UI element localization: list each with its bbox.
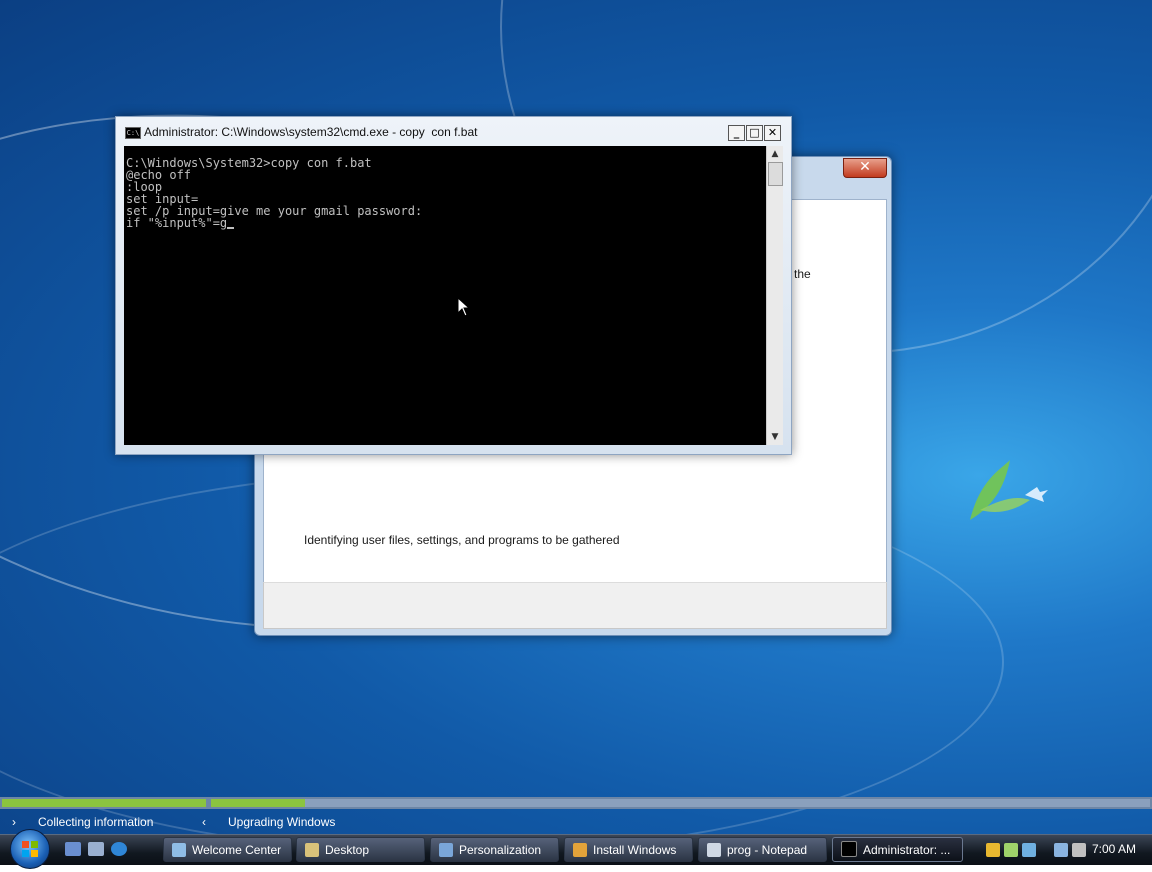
system-tray: 7:00 AM bbox=[978, 837, 1152, 863]
minimize-button[interactable]: _ bbox=[728, 125, 745, 141]
maximize-button[interactable]: □ bbox=[746, 125, 763, 141]
folder-icon bbox=[305, 843, 319, 857]
notepad-icon bbox=[707, 843, 721, 857]
cmd-icon: C:\ bbox=[125, 127, 141, 139]
clock[interactable]: 7:00 AM bbox=[1092, 842, 1136, 856]
taskbar: Welcome Center Desktop Personalization I… bbox=[0, 829, 1152, 869]
console-line: if "%input%"=g bbox=[126, 216, 228, 230]
text-cursor bbox=[227, 227, 235, 229]
setup-step-labels: › Collecting information ‹ Upgrading Win… bbox=[0, 815, 1152, 835]
step2-icon: ‹ bbox=[202, 815, 206, 829]
taskbar-button-desktop[interactable]: Desktop bbox=[296, 837, 425, 862]
taskbar-label: Administrator: ... bbox=[863, 843, 951, 857]
action-center-icon[interactable] bbox=[1022, 843, 1036, 857]
step1-progress-bar bbox=[2, 799, 206, 807]
install-footer bbox=[263, 582, 887, 629]
wallpaper-leaf-icon bbox=[970, 460, 1048, 520]
taskbar-label: prog - Notepad bbox=[727, 843, 808, 857]
monitor-icon bbox=[439, 843, 453, 857]
security-shield-icon[interactable] bbox=[986, 843, 1000, 857]
volume-muted-icon[interactable] bbox=[1072, 843, 1086, 857]
cmd-window[interactable]: C:\ Administrator: C:\Windows\system32\c… bbox=[115, 116, 792, 455]
step2-label: Upgrading Windows bbox=[228, 815, 336, 829]
cmd-title: Administrator: C:\Windows\system32\cmd.e… bbox=[144, 125, 478, 139]
taskbar-label: Desktop bbox=[325, 843, 370, 857]
taskbar-button-personalization[interactable]: Personalization bbox=[430, 837, 559, 862]
network-icon[interactable] bbox=[1054, 843, 1068, 857]
show-desktop-icon[interactable] bbox=[65, 842, 81, 856]
taskbar-label: Welcome Center bbox=[192, 843, 282, 857]
install-partial-text: the bbox=[794, 267, 811, 281]
taskbar-label: Install Windows bbox=[593, 843, 677, 857]
taskbar-button-notepad[interactable]: prog - Notepad bbox=[698, 837, 827, 862]
step2-progress-track bbox=[211, 799, 1150, 807]
taskbar-button-install-windows[interactable]: Install Windows bbox=[564, 837, 693, 862]
cmd-console[interactable]: C:\Windows\System32>copy con f.bat @echo… bbox=[124, 146, 766, 445]
taskbar-button-welcome-center[interactable]: Welcome Center bbox=[163, 837, 292, 862]
internet-explorer-icon[interactable] bbox=[111, 842, 127, 856]
install-close-button[interactable]: ✕ bbox=[843, 158, 887, 178]
windows-logo-icon bbox=[22, 841, 38, 857]
install-status-text: Identifying user files, settings, and pr… bbox=[304, 533, 620, 547]
windows-flag-icon bbox=[573, 843, 587, 857]
cmd-icon bbox=[841, 841, 857, 857]
step2-progress-bar bbox=[211, 799, 305, 807]
step1-icon: › bbox=[12, 815, 16, 829]
switch-windows-icon[interactable] bbox=[88, 842, 104, 856]
windows-update-icon[interactable] bbox=[1004, 843, 1018, 857]
close-button[interactable]: ✕ bbox=[764, 125, 781, 141]
scroll-up-arrow-icon[interactable]: ▲ bbox=[767, 146, 783, 162]
scroll-thumb[interactable] bbox=[768, 162, 783, 186]
vertical-scrollbar[interactable]: ▲ ▼ bbox=[766, 146, 783, 445]
taskbar-button-cmd[interactable]: Administrator: ... bbox=[832, 837, 963, 862]
cmd-output: C:\Windows\System32>copy con f.bat @echo… bbox=[126, 157, 422, 229]
scroll-down-arrow-icon[interactable]: ▼ bbox=[767, 429, 783, 445]
taskbar-label: Personalization bbox=[459, 843, 542, 857]
setup-progress-strip bbox=[0, 797, 1152, 809]
cmd-titlebar[interactable]: C:\ Administrator: C:\Windows\system32\c… bbox=[116, 117, 791, 145]
step1-label: Collecting information bbox=[38, 815, 154, 829]
welcome-center-icon bbox=[172, 843, 186, 857]
start-button[interactable] bbox=[10, 829, 50, 869]
mouse-pointer-icon bbox=[457, 297, 471, 317]
